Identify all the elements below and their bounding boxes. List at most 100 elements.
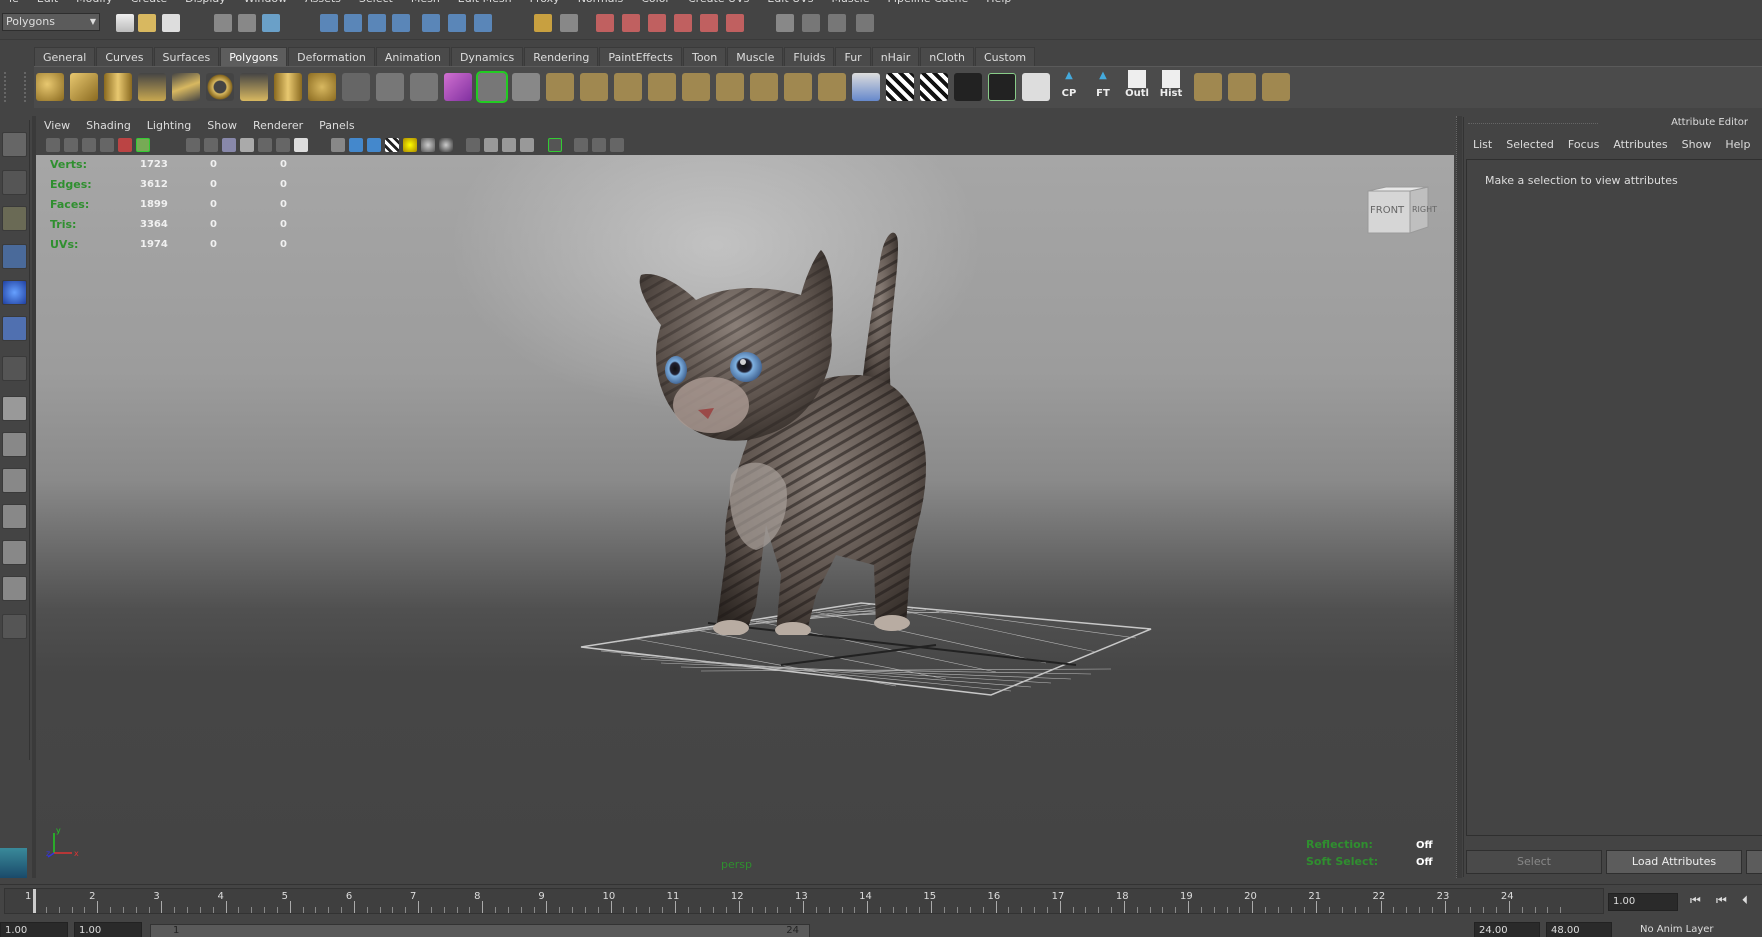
isolate-select-icon[interactable]: [520, 138, 534, 152]
rotate-tool-icon[interactable]: [2, 280, 27, 305]
menu-color[interactable]: Color: [632, 0, 679, 8]
menu-assets[interactable]: Assets: [296, 0, 350, 8]
uv-editor-icon[interactable]: [1022, 73, 1050, 101]
poly-cone-icon[interactable]: [138, 73, 166, 101]
grease-pencil-icon[interactable]: [136, 138, 150, 152]
checker-icon[interactable]: [886, 73, 914, 101]
cp-shelf-button[interactable]: ▲ CP: [1054, 70, 1084, 106]
go-to-start-icon[interactable]: ⏮: [1690, 893, 1701, 908]
last-tool-icon[interactable]: [2, 356, 27, 381]
select-by-object-icon[interactable]: [238, 14, 256, 32]
image-plane-icon[interactable]: [100, 138, 114, 152]
select-by-hierarchy-icon[interactable]: [214, 14, 232, 32]
ae-menu-selected[interactable]: Selected: [1499, 137, 1561, 153]
camera-attributes-icon[interactable]: [64, 138, 78, 152]
anim-end-field[interactable]: 48.00: [1546, 922, 1612, 937]
ipr-render-icon[interactable]: [648, 14, 666, 32]
persp-uv-layout-icon[interactable]: [2, 576, 27, 601]
snap-to-point-icon[interactable]: [368, 14, 386, 32]
viewport-menu-lighting[interactable]: Lighting: [139, 117, 199, 135]
current-frame-field[interactable]: 1.00: [1608, 893, 1678, 911]
four-view-layout-icon[interactable]: [2, 432, 27, 457]
layout-options-icon[interactable]: [2, 614, 27, 639]
shelf-tab-deformation[interactable]: Deformation: [288, 47, 375, 66]
shadows-icon[interactable]: [421, 138, 435, 152]
playback-start-field[interactable]: 1.00: [74, 922, 142, 937]
shelf-tab-painteffects[interactable]: PaintEffects: [599, 47, 682, 66]
shelf-tab-muscle[interactable]: Muscle: [727, 47, 784, 66]
toggle-sidebar-icon[interactable]: [776, 14, 794, 32]
panel-splitter[interactable]: [1456, 116, 1462, 878]
shelf-tab-toon[interactable]: Toon: [682, 47, 727, 66]
save-scene-icon[interactable]: [162, 14, 180, 32]
select-by-component-icon[interactable]: [262, 14, 280, 32]
load-attributes-button[interactable]: Load Attributes: [1606, 850, 1742, 874]
smooth-shade-icon[interactable]: [349, 138, 363, 152]
new-scene-icon[interactable]: [116, 14, 134, 32]
menu-help[interactable]: Help: [977, 0, 1020, 8]
select-highlight-icon[interactable]: [560, 14, 578, 32]
spherical-mapping-icon[interactable]: [818, 73, 846, 101]
ae-menu-help[interactable]: Help: [1718, 137, 1757, 153]
toggle-layer-editor-icon[interactable]: [856, 14, 874, 32]
bookmarks-icon[interactable]: [82, 138, 96, 152]
toggle-channel-box-icon[interactable]: [828, 14, 846, 32]
ft-shelf-button[interactable]: ▲ FT: [1088, 70, 1118, 106]
select-camera-icon[interactable]: [46, 138, 60, 152]
safe-title-icon[interactable]: [294, 138, 308, 152]
smooth-icon[interactable]: [444, 73, 472, 101]
menu-display[interactable]: Display: [176, 0, 235, 8]
copy-tab-button[interactable]: [1746, 850, 1762, 874]
xray-icon[interactable]: [548, 138, 562, 152]
panel-grip-icon[interactable]: [1468, 123, 1598, 126]
scale-tool-icon[interactable]: [2, 316, 27, 341]
textured-icon[interactable]: [385, 138, 399, 152]
safe-action-icon[interactable]: [276, 138, 290, 152]
extrude-icon[interactable]: [476, 71, 508, 103]
shelf-tab-curves[interactable]: Curves: [96, 47, 153, 66]
menu-normals[interactable]: Normals: [569, 0, 633, 8]
poly-pyramid-icon[interactable]: [240, 73, 268, 101]
append-polygon-icon[interactable]: [546, 73, 574, 101]
separate-icon[interactable]: [376, 73, 404, 101]
select-button[interactable]: Select: [1466, 850, 1602, 874]
insert-edge-loop-icon[interactable]: [614, 73, 642, 101]
toggle-tool-settings-icon[interactable]: [802, 14, 820, 32]
menu-modify[interactable]: Modify: [67, 0, 121, 8]
center-pivot-icon[interactable]: [1262, 73, 1290, 101]
menu-proxy[interactable]: Proxy: [521, 0, 569, 8]
menu-create-uvs[interactable]: Create UVs: [679, 0, 758, 8]
menu-window[interactable]: Window: [235, 0, 296, 8]
merge-vertices-icon[interactable]: [682, 73, 710, 101]
menu-select[interactable]: Select: [350, 0, 402, 8]
menu-create[interactable]: Create: [122, 0, 177, 8]
cylindrical-mapping-icon[interactable]: [784, 73, 812, 101]
depth-of-field-icon[interactable]: [502, 138, 516, 152]
poly-plane-icon[interactable]: [172, 73, 200, 101]
shelf-tab-ncloth[interactable]: nCloth: [920, 47, 974, 66]
persp-graph-layout-icon[interactable]: [2, 504, 27, 529]
two-d-pan-zoom-icon[interactable]: [118, 138, 132, 152]
use-all-lights-icon[interactable]: [403, 138, 417, 152]
split-polygon-icon[interactable]: [580, 73, 608, 101]
combine-icon[interactable]: [342, 73, 370, 101]
viewport-menu-renderer[interactable]: Renderer: [245, 117, 311, 135]
bridge-icon[interactable]: [512, 73, 540, 101]
make-live-icon[interactable]: [422, 14, 440, 32]
viewport-menu-view[interactable]: View: [36, 117, 78, 135]
wireframe-icon[interactable]: [331, 138, 345, 152]
screen-space-ao-icon[interactable]: [439, 138, 453, 152]
view-cube[interactable]: FRONT RIGHT: [1366, 185, 1437, 237]
poly-cylinder-icon[interactable]: [104, 73, 132, 101]
anim-layer-select[interactable]: No Anim Layer: [1636, 922, 1762, 937]
help-icon[interactable]: [474, 14, 492, 32]
menu-pipeline-cache[interactable]: Pipeline Cache: [879, 0, 978, 8]
open-scene-icon[interactable]: [138, 14, 156, 32]
shelf-tab-general[interactable]: General: [34, 47, 96, 66]
menu-edit-mesh[interactable]: Edit Mesh: [449, 0, 521, 8]
view-cube-right[interactable]: RIGHT: [1412, 205, 1437, 214]
shelf-tab-fur[interactable]: Fur: [835, 47, 871, 66]
lasso-tool-icon[interactable]: [2, 170, 27, 195]
ae-menu-focus[interactable]: Focus: [1561, 137, 1606, 153]
automatic-mapping-icon[interactable]: [852, 73, 880, 101]
